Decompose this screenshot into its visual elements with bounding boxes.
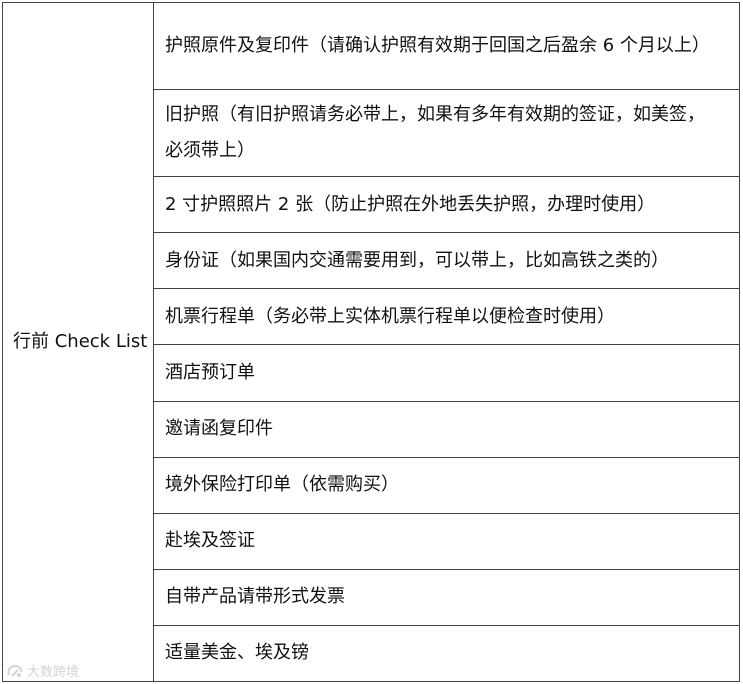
- checklist-item-old-passport: 旧护照（有旧护照请务必带上，如果有多年有效期的签证，如美签，必须带上）: [153, 89, 740, 178]
- checklist-item-hotel: 酒店预订单: [153, 344, 740, 402]
- watermark-text: 大数跨境: [27, 665, 80, 680]
- table-row: 行前 Check List 护照原件及复印件（请确认护照有效期于回国之后盈余 6…: [2, 1, 740, 682]
- checklist-item-invitation: 邀请函复印件: [153, 400, 740, 458]
- checklist-item-photos: 2 寸护照照片 2 张（防止护照在外地丢失护照，办理时使用）: [153, 176, 740, 234]
- checklist-item-invoice: 自带产品请带形式发票: [153, 568, 740, 626]
- category-cell: 行前 Check List: [2, 2, 154, 682]
- watermark: 大数跨境: [6, 661, 79, 680]
- checklist-item-passport: 护照原件及复印件（请确认护照有效期于回国之后盈余 6 个月以上）: [153, 1, 740, 91]
- checklist-item-itinerary: 机票行程单（务必带上实体机票行程单以便检查时使用）: [153, 288, 740, 346]
- checklist-item-currency: 适量美金、埃及镑: [153, 624, 740, 683]
- checklist-item-id-card: 身份证（如果国内交通需要用到，可以带上，比如高铁之类的）: [153, 232, 740, 290]
- brand-logo-icon: [6, 663, 24, 679]
- checklist-item-visa: 赴埃及签证: [153, 512, 740, 570]
- checklist-table: 行前 Check List 护照原件及复印件（请确认护照有效期于回国之后盈余 6…: [2, 1, 740, 683]
- checklist-item-insurance: 境外保险打印单（依需购买）: [153, 456, 740, 514]
